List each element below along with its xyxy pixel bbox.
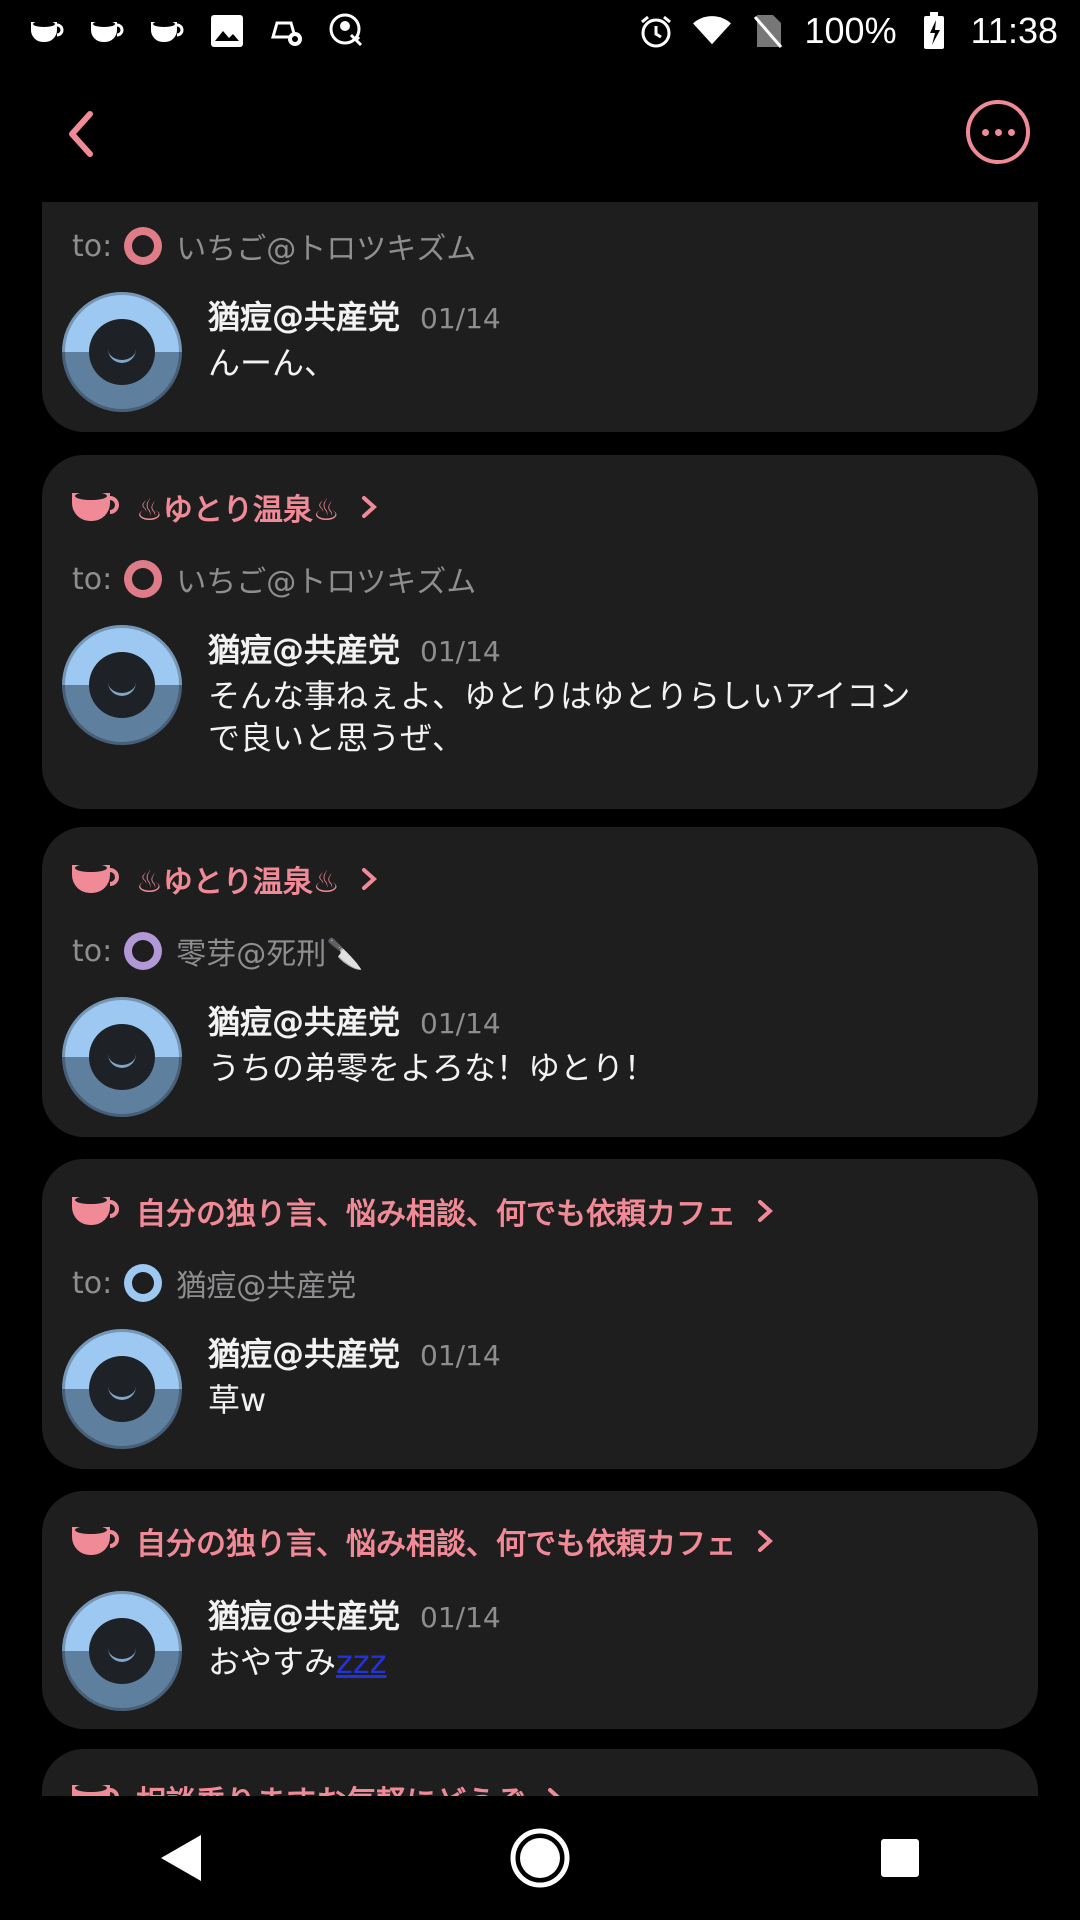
recipient-avatar [124, 560, 163, 598]
avatar[interactable] [62, 292, 182, 412]
cafe-link[interactable]: 自分の独り言、悩み相談、何でも依頼カフェ [70, 1519, 776, 1563]
cup-icon [28, 12, 66, 50]
cafe-link[interactable]: ♨ゆとり温泉♨ [70, 857, 380, 901]
nav-recents-button[interactable] [860, 1818, 940, 1898]
back-button[interactable] [52, 104, 112, 164]
post-date: 01/14 [420, 302, 501, 335]
post-text: んーん、 [208, 344, 337, 382]
no-sim-icon [749, 12, 787, 50]
recipient-name: 零芽@死刑🔪 [176, 937, 364, 972]
post-feed[interactable]: to: いちご@トロツキズム 猶痘@共産党 01/14 んーん、 ♨ゆとり温泉♨… [0, 202, 1080, 1796]
post-card[interactable]: to: いちご@トロツキズム 猶痘@共産党 01/14 んーん、 [42, 202, 1038, 432]
circle-home-icon [510, 1828, 570, 1888]
post-date: 01/14 [420, 1007, 501, 1040]
account-key-icon [328, 12, 366, 50]
recipient-name: いちご@トロツキズム [176, 565, 477, 600]
to-label: to: [72, 933, 113, 969]
cafe-name: ♨ゆとり温泉♨ [136, 493, 340, 528]
chevron-right-icon [548, 1788, 560, 1796]
cafe-link[interactable]: 自分の独り言、悩み相談、何でも依頼カフェ [70, 1189, 776, 1233]
recipient-avatar [124, 1264, 163, 1302]
to-label: to: [72, 561, 113, 597]
post-card[interactable]: 相談乗りますお気軽にどうぞ [42, 1749, 1038, 1796]
recipient-avatar [124, 227, 163, 265]
more-dot [1007, 128, 1015, 136]
avatar[interactable] [62, 1329, 182, 1449]
post-card[interactable]: ♨ゆとり温泉♨ to: いちご@トロツキズム 猶痘@共産党 01/14 そんな事… [42, 455, 1038, 809]
post-text: うちの弟零をよろな！ゆとり！ [208, 1049, 657, 1087]
cafe-link[interactable]: 相談乗りますお気軽にどうぞ [70, 1777, 566, 1796]
cafe-name: 相談乗りますお気軽にどうぞ [136, 1777, 526, 1796]
to-label: to: [72, 228, 113, 264]
clock: 11:38 [970, 10, 1058, 51]
zzz-link[interactable]: zzz [336, 1643, 386, 1681]
cafe-name: 自分の独り言、悩み相談、何でも依頼カフェ [136, 1197, 736, 1232]
post-date: 01/14 [420, 1601, 501, 1634]
more-dot [994, 128, 1002, 136]
cup-icon [72, 1784, 119, 1796]
post-text: おやすみzzz [208, 1641, 998, 1683]
more-options-button[interactable] [966, 100, 1030, 164]
avatar[interactable] [62, 997, 182, 1117]
recipient-avatar [124, 932, 163, 970]
wifi-icon [692, 12, 731, 50]
reply-to-row[interactable]: to: いちご@トロツキズム [72, 224, 476, 268]
post-text-line: そんな事ねぇよ、ゆとりはゆとりらしいアイコン [208, 677, 911, 715]
system-nav-bar [0, 1796, 1080, 1920]
system-icons: 100% 11:38 [637, 10, 1080, 52]
post-text-line: で良いと思うぜ、 [208, 719, 465, 757]
square-recents-icon [881, 1839, 919, 1877]
settings-bag-icon [268, 12, 306, 50]
post-text: そんな事ねぇよ、ゆとりはゆとりらしいアイコン で良いと思うぜ、 [208, 675, 998, 759]
battery-percent: 100% [804, 10, 897, 51]
cup-icon [72, 492, 119, 521]
cup-icon [72, 1196, 119, 1225]
post-card[interactable]: ♨ゆとり温泉♨ to: 零芽@死刑🔪 猶痘@共産党 01/14 うちの弟零をよろ… [42, 827, 1038, 1137]
reply-to-row[interactable]: to: いちご@トロツキズム [72, 557, 476, 601]
reply-to-row[interactable]: to: 猶痘@共産党 [72, 1261, 356, 1305]
chevron-right-icon [361, 868, 377, 890]
post-card[interactable]: 自分の独り言、悩み相談、何でも依頼カフェ 猶痘@共産党 01/14 おやすみzz… [42, 1491, 1038, 1729]
post-card[interactable]: 自分の独り言、悩み相談、何でも依頼カフェ to: 猶痘@共産党 猶痘@共産党 0… [42, 1159, 1038, 1469]
battery-charging-icon [915, 12, 953, 50]
nav-back-button[interactable] [140, 1818, 220, 1898]
author-name[interactable]: 猶痘@共産党 [208, 1591, 400, 1637]
avatar[interactable] [62, 625, 182, 745]
more-horizontal-icon [981, 128, 989, 136]
reply-to-row[interactable]: to: 零芽@死刑🔪 [72, 929, 364, 973]
cafe-name: ♨ゆとり温泉♨ [136, 865, 340, 900]
cafe-link[interactable]: ♨ゆとり温泉♨ [70, 485, 380, 529]
post-text: 草w [208, 1381, 267, 1419]
author-name[interactable]: 猶痘@共産党 [208, 1329, 400, 1375]
recipient-name: 猶痘@共産党 [176, 1269, 357, 1304]
cafe-name: 自分の独り言、悩み相談、何でも依頼カフェ [136, 1527, 736, 1562]
author-name[interactable]: 猶痘@共産党 [208, 997, 400, 1043]
cup-icon [72, 864, 119, 893]
notification-icons [0, 12, 366, 50]
chevron-right-icon [758, 1200, 773, 1222]
author-name[interactable]: 猶痘@共産党 [208, 625, 400, 671]
cup-icon [88, 12, 126, 50]
triangle-back-icon [161, 1835, 201, 1881]
recipient-name: いちご@トロツキズム [176, 232, 477, 267]
alarm-icon [637, 12, 675, 50]
cup-icon [148, 12, 186, 50]
post-date: 01/14 [420, 635, 501, 668]
app-header [0, 62, 1080, 202]
status-bar: 100% 11:38 [0, 0, 1080, 62]
to-label: to: [72, 1265, 113, 1301]
cup-icon [72, 1526, 119, 1555]
chevron-right-icon [361, 496, 377, 518]
image-icon [208, 12, 246, 50]
author-name[interactable]: 猶痘@共産党 [208, 292, 400, 338]
post-date: 01/14 [420, 1339, 501, 1372]
nav-home-button[interactable] [500, 1818, 580, 1898]
avatar[interactable] [62, 1591, 182, 1711]
chevron-left-icon [69, 111, 93, 157]
chevron-right-icon [758, 1530, 773, 1552]
post-text-main: おやすみ [208, 1643, 337, 1681]
